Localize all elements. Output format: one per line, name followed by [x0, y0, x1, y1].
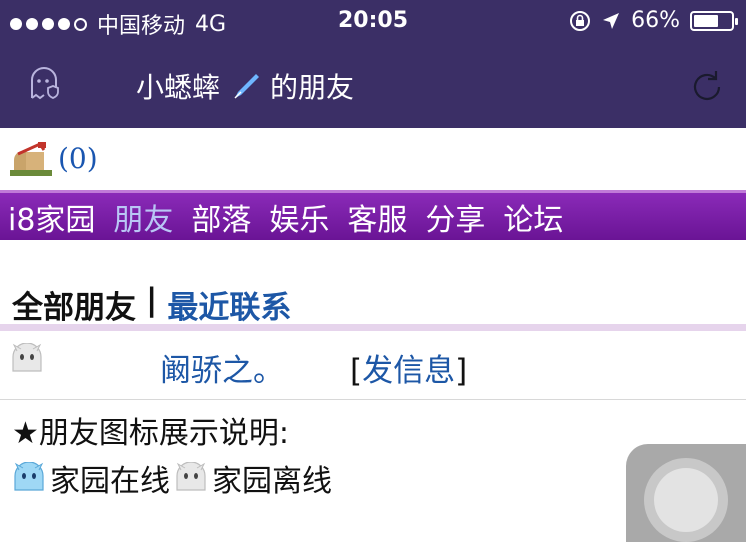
friend-list-item: 阚骄之。 [发信息] — [0, 331, 746, 400]
legend-row: 家园在线 家园离线 — [12, 456, 332, 500]
nav-bar: 小蟋蟀 的朋友 — [0, 42, 746, 128]
mailbox-icon — [10, 142, 52, 176]
legend-offline-label: 家园离线 — [212, 464, 332, 499]
friend-name-link[interactable]: 阚骄之。 — [160, 345, 284, 390]
tab-recent-contacts[interactable]: 最近联系 — [167, 282, 291, 327]
page-title-suffix: 的朋友 — [270, 71, 355, 104]
menu-item-home[interactable]: i8家园 — [8, 195, 95, 239]
bracket-close: ] — [455, 353, 468, 389]
offline-status-icon — [12, 343, 42, 372]
battery-icon — [690, 10, 738, 31]
menu-item-entertainment[interactable]: 娱乐 — [269, 195, 329, 239]
menu-item-share[interactable]: 分享 — [425, 195, 485, 239]
assistive-touch-ring — [644, 458, 728, 542]
status-right: 66% — [569, 8, 738, 33]
main-menu: i8家园 朋友 部落 娱乐 客服 分享 论坛 — [0, 190, 746, 240]
page-title: 小蟋蟀 的朋友 — [136, 66, 354, 106]
refresh-icon[interactable] — [688, 68, 726, 106]
menu-item-friends[interactable]: 朋友 — [113, 195, 173, 239]
menu-item-forum[interactable]: 论坛 — [503, 195, 563, 239]
feather-icon — [234, 74, 260, 99]
location-arrow-icon — [603, 12, 620, 29]
friend-tabs: 全部朋友 | 最近联系 — [12, 282, 291, 327]
tab-separator: | — [146, 282, 158, 318]
online-status-icon — [14, 462, 44, 491]
offline-status-icon — [176, 462, 206, 491]
send-message-action: [发信息] — [350, 345, 467, 390]
menu-item-tribe[interactable]: 部落 — [191, 195, 251, 239]
message-count[interactable]: (0) — [58, 142, 98, 175]
legend-title: ★朋友图标展示说明: — [12, 416, 290, 451]
tab-all-friends[interactable]: 全部朋友 — [12, 282, 136, 327]
message-indicator[interactable]: (0) — [10, 140, 98, 176]
page-title-username: 小蟋蟀 — [136, 71, 221, 104]
menu-item-support[interactable]: 客服 — [347, 195, 407, 239]
ghost-shield-icon[interactable] — [26, 66, 62, 102]
send-message-link[interactable]: 发信息 — [362, 353, 455, 389]
section-divider — [0, 324, 746, 331]
rotation-lock-icon — [570, 10, 591, 31]
assistive-touch-button[interactable] — [626, 444, 746, 542]
assistive-touch-core — [654, 468, 718, 532]
legend-online-label: 家园在线 — [50, 464, 170, 499]
bracket-open: [ — [350, 353, 363, 389]
status-bar: 中国移动 4G 20:05 66% — [0, 0, 746, 42]
battery-percent: 66% — [631, 8, 680, 33]
